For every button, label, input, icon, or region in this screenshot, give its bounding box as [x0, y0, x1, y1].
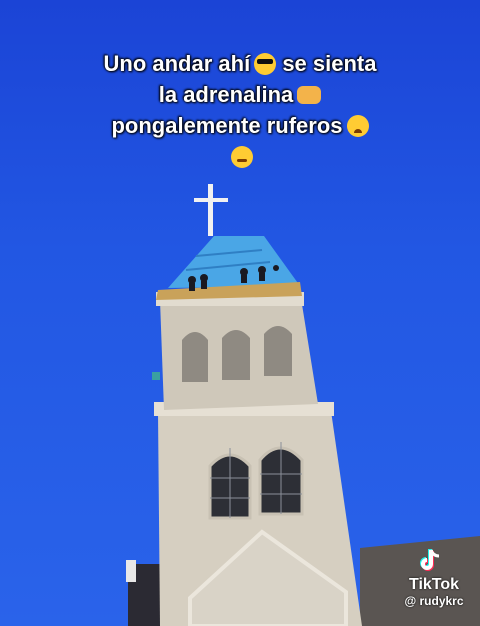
tiktok-logo-icon	[417, 540, 451, 574]
tiktok-watermark: TikTok @ rudykrc	[394, 540, 474, 608]
caption-line-2: la adrenalina	[158, 82, 294, 107]
woozy-face-emoji-icon	[231, 146, 253, 168]
caption-line-1b: se sienta	[282, 51, 377, 76]
creator-handle: @ rudykrc	[404, 594, 464, 608]
lower-window-right	[258, 442, 304, 516]
tiktok-brand: TikTok	[408, 576, 460, 593]
exhaling-face-emoji-icon	[346, 115, 369, 137]
pointing-hand-emoji-icon	[297, 86, 322, 104]
caption-line-3: pongalemente ruferos	[111, 113, 343, 138]
video-caption: Uno andar ahí se sienta la adrenalina po…	[40, 48, 440, 172]
sunglasses-emoji-icon	[254, 53, 277, 75]
video-frame: Uno andar ahí se sienta la adrenalina po…	[0, 0, 480, 626]
caption-line-1: Uno andar ahí	[103, 51, 251, 76]
cross	[194, 184, 228, 236]
belfry-openings	[182, 326, 292, 382]
blue-roof	[168, 236, 300, 288]
